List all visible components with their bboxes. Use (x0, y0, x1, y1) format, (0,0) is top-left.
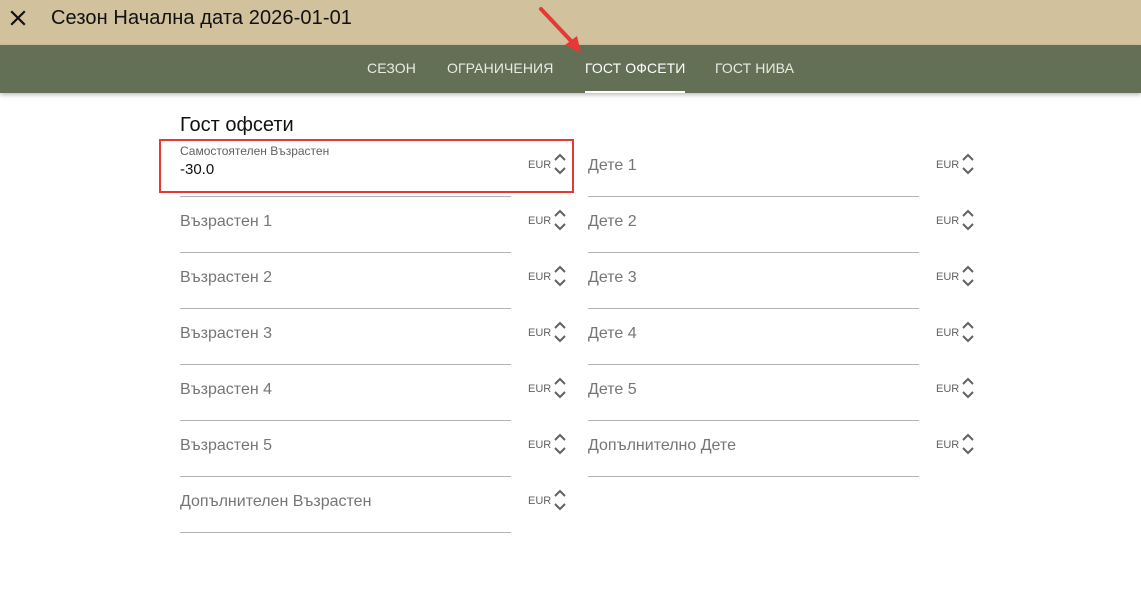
adult-3-field[interactable]: Възрастен 3 EUR (180, 309, 576, 365)
adult-4-field[interactable]: Възрастен 4 EUR (180, 365, 576, 421)
currency-suffix: EUR (528, 215, 552, 227)
currency-suffix: EUR (936, 271, 960, 283)
annotation-highlight-box (159, 139, 574, 193)
spinner-chevrons-icon[interactable] (553, 320, 567, 344)
field-label: Допълнително Дете (588, 437, 736, 454)
currency-suffix: EUR (936, 215, 960, 227)
tab-guest-offsets[interactable]: ГОСТ ОФСЕТИ (585, 45, 686, 93)
spinner-chevrons-icon[interactable] (553, 488, 567, 512)
currency-suffix: EUR (528, 271, 552, 283)
field-underline (588, 476, 919, 477)
child-5-field[interactable]: Дете 5 EUR (588, 365, 984, 421)
close-button[interactable] (7, 7, 29, 29)
field-label: Възрастен 2 (180, 269, 273, 286)
close-icon (10, 10, 26, 26)
annotation-arrow-icon (539, 7, 581, 53)
tab-label: СЕЗОН (367, 60, 416, 76)
spinner-chevrons-icon[interactable] (961, 208, 975, 232)
spinner-chevrons-icon[interactable] (553, 376, 567, 400)
currency-suffix: EUR (528, 495, 552, 507)
tab-label: ГОСТ НИВА (715, 60, 795, 76)
field-label: Дете 2 (588, 213, 637, 230)
spinner-chevrons-icon[interactable] (961, 152, 975, 176)
spinner-chevrons-icon[interactable] (553, 208, 567, 232)
currency-suffix: EUR (936, 327, 960, 339)
child-1-field[interactable]: Дете 1 EUR (588, 141, 984, 197)
tab-season[interactable]: СЕЗОН (367, 45, 416, 93)
field-label: Дете 4 (588, 325, 637, 342)
adult-2-field[interactable]: Възрастен 2 EUR (180, 253, 576, 309)
spinner-chevrons-icon[interactable] (961, 432, 975, 456)
field-label: Допълнителен Възрастен (180, 493, 372, 510)
tab-label: ОГРАНИЧЕНИЯ (447, 60, 554, 76)
spinner-chevrons-icon[interactable] (961, 320, 975, 344)
page-title: Сезон Начална дата 2026-01-01 (51, 7, 353, 29)
field-label: Възрастен 5 (180, 437, 273, 454)
field-label: Възрастен 3 (180, 325, 273, 342)
spinner-chevrons-icon[interactable] (553, 432, 567, 456)
adult-5-field[interactable]: Възрастен 5 EUR (180, 421, 576, 477)
extra-child-field[interactable]: Допълнително Дете EUR (588, 421, 984, 477)
adult-1-field[interactable]: Възрастен 1 EUR (180, 197, 576, 253)
child-4-field[interactable]: Дете 4 EUR (588, 309, 984, 365)
spinner-chevrons-icon[interactable] (961, 264, 975, 288)
currency-suffix: EUR (528, 383, 552, 395)
child-3-field[interactable]: Дете 3 EUR (588, 253, 984, 309)
section-title: Гост офсети (180, 114, 294, 136)
currency-suffix: EUR (936, 439, 960, 451)
active-tab-indicator (585, 91, 686, 93)
extra-adult-field[interactable]: Допълнителен Възрастен EUR (180, 477, 576, 533)
field-label: Дете 1 (588, 157, 637, 174)
field-label: Дете 5 (588, 381, 637, 398)
field-label: Дете 3 (588, 269, 637, 286)
currency-suffix: EUR (528, 327, 552, 339)
field-label: Възрастен 1 (180, 213, 273, 230)
currency-suffix: EUR (936, 159, 960, 171)
spinner-chevrons-icon[interactable] (553, 264, 567, 288)
currency-suffix: EUR (528, 439, 552, 451)
spinner-chevrons-icon[interactable] (961, 376, 975, 400)
tab-guest-levels[interactable]: ГОСТ НИВА (715, 45, 794, 93)
currency-suffix: EUR (936, 383, 960, 395)
field-label: Възрастен 4 (180, 381, 273, 398)
child-2-field[interactable]: Дете 2 EUR (588, 197, 984, 253)
field-underline (180, 532, 511, 533)
tab-label: ГОСТ ОФСЕТИ (585, 60, 686, 76)
